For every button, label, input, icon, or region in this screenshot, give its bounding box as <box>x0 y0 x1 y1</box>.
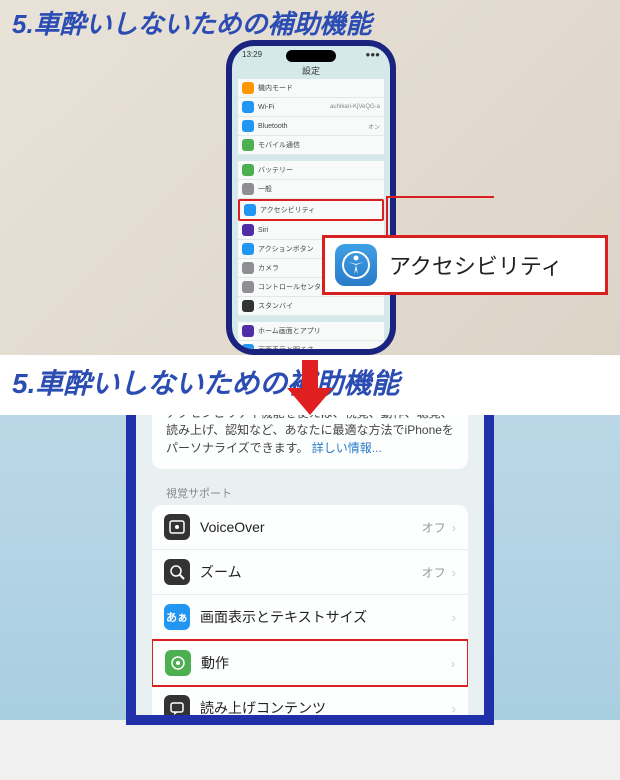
row-icon <box>242 300 254 312</box>
vision-row-画面表示とテキストサイズ[interactable]: あぁ画面表示とテキストサイズ › <box>152 595 468 640</box>
row-label: Bluetooth <box>258 123 368 130</box>
callout-connector-v <box>386 196 388 238</box>
vision-row-動作[interactable]: 動作 › <box>152 639 468 687</box>
row-value: オフ <box>422 564 446 581</box>
vision-row-VoiceOver[interactable]: VoiceOverオフ › <box>152 505 468 550</box>
row-label: Wi-Fi <box>258 104 330 111</box>
row-label: ホーム画面とアプリ <box>258 326 380 336</box>
chevron-right-icon: › <box>452 520 456 535</box>
speech-icon <box>164 695 190 715</box>
settings-row-ホーム画面とアプリ[interactable]: ホーム画面とアプリ <box>238 322 384 341</box>
section-vision-support: 視覚サポート <box>166 485 484 501</box>
settings-row-機内モード[interactable]: 機内モード <box>238 79 384 98</box>
phone-screen-small: 13:29 ●●● 設定 機内モード Wi-Fiauhikari-KjVeQG-a… <box>232 46 390 349</box>
row-label: 機内モード <box>258 83 380 93</box>
callout-connector-h <box>386 196 494 198</box>
vision-row-ズーム[interactable]: ズームオフ › <box>152 550 468 595</box>
more-info-link[interactable]: 詳しい情報... <box>312 441 382 455</box>
row-label: 読み上げコンテンツ <box>200 698 446 715</box>
accessibility-icon <box>335 244 377 286</box>
callout-label: アクセシビリティ <box>389 249 563 281</box>
row-icon <box>242 164 254 176</box>
chevron-right-icon: › <box>452 610 456 625</box>
row-value: オフ <box>422 519 446 536</box>
settings-row-画面表示と明るさ[interactable]: 画面表示と明るさ <box>238 341 384 349</box>
row-icon <box>242 120 254 132</box>
chevron-right-icon: › <box>452 565 456 580</box>
status-icons: ●●● <box>366 50 381 59</box>
row-label: バッテリー <box>258 165 380 175</box>
row-icon <box>242 262 254 274</box>
chevron-right-icon: › <box>451 656 455 671</box>
row-label: 画面表示と明るさ <box>258 345 380 349</box>
row-icon <box>244 204 256 216</box>
vision-support-list: VoiceOverオフ›ズームオフ›あぁ画面表示とテキストサイズ›動作›読み上げ… <box>152 505 468 715</box>
settings-row-バッテリー[interactable]: バッテリー <box>238 161 384 180</box>
row-label: 画面表示とテキストサイズ <box>200 607 446 627</box>
row-label: ズーム <box>200 562 422 582</box>
row-value: オン <box>368 122 380 131</box>
row-label: 一般 <box>258 184 380 194</box>
row-icon <box>242 243 254 255</box>
settings-row-Bluetooth[interactable]: Bluetoothオン <box>238 117 384 136</box>
phone-frame-small: 13:29 ●●● 設定 機内モード Wi-Fiauhikari-KjVeQG-a… <box>226 40 396 355</box>
settings-header: 設定 <box>232 62 390 79</box>
arrow-down-icon <box>287 360 333 420</box>
status-time: 13:29 <box>242 50 262 59</box>
settings-row-アクセシビリティ[interactable]: アクセシビリティ <box>238 199 384 221</box>
notch <box>286 50 336 62</box>
settings-row-Wi-Fi[interactable]: Wi-Fiauhikari-KjVeQG-a <box>238 98 384 117</box>
row-label: モバイル通信 <box>258 140 380 150</box>
row-icon <box>242 224 254 236</box>
motion-icon <box>165 650 191 676</box>
row-icon <box>242 183 254 195</box>
settings-row-スタンバイ[interactable]: スタンバイ <box>238 297 384 316</box>
title-overlay-top: 5.車酔いしないための補助機能 <box>12 4 372 41</box>
top-panel: 5.車酔いしないための補助機能 13:29 ●●● 設定 機内モード Wi-Fia… <box>0 0 620 355</box>
row-label: スタンバイ <box>258 301 380 311</box>
vo-icon <box>164 514 190 540</box>
row-icon <box>242 281 254 293</box>
row-label: Siri <box>258 227 380 234</box>
row-icon <box>242 101 254 113</box>
settings-row-一般[interactable]: 一般 <box>238 180 384 199</box>
row-icon <box>242 139 254 151</box>
settings-list: 機内モードWi-Fiauhikari-KjVeQG-aBluetoothオンモバ… <box>232 79 390 349</box>
row-value: auhikari-KjVeQG-a <box>330 104 380 110</box>
row-icon <box>242 325 254 337</box>
row-label: VoiceOver <box>200 519 422 535</box>
title-overlay-bottom: 5.車酔いしないための補助機能 <box>12 362 399 402</box>
settings-row-モバイル通信[interactable]: モバイル通信 <box>238 136 384 155</box>
chevron-right-icon: › <box>452 701 456 715</box>
vision-row-読み上げコンテンツ[interactable]: 読み上げコンテンツ › <box>152 686 468 715</box>
row-label: 動作 <box>201 653 445 673</box>
zoom-icon <box>164 559 190 585</box>
row-icon <box>242 344 254 349</box>
row-label: アクセシビリティ <box>260 205 378 215</box>
row-icon <box>242 82 254 94</box>
accessibility-callout: アクセシビリティ <box>322 235 608 295</box>
aa-icon: あぁ <box>164 604 190 630</box>
